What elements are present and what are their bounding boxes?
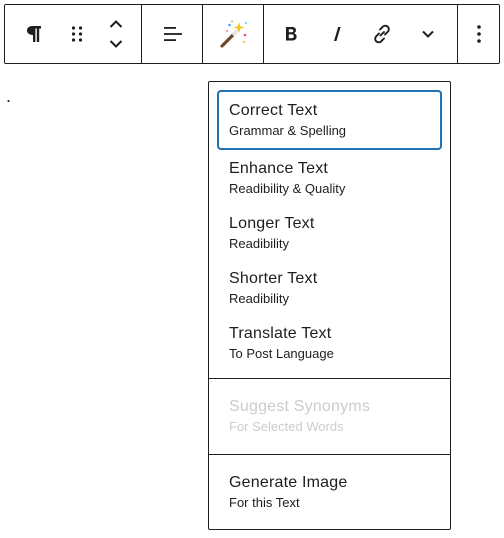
bold-icon <box>283 24 299 44</box>
link-button[interactable] <box>359 5 405 63</box>
menu-item-suggest-synonyms: Suggest Synonyms For Selected Words <box>217 387 442 445</box>
menu-item-generate-image[interactable]: Generate Image For this Text <box>217 463 442 521</box>
move-up-button[interactable] <box>108 14 124 34</box>
block-toolbar <box>4 4 500 64</box>
block-type-button[interactable] <box>5 5 63 63</box>
menu-item-subtitle: Readibility <box>229 290 289 306</box>
menu-item-title: Shorter Text <box>229 269 318 287</box>
ai-tools-menu: Correct Text Grammar & Spelling Enhance … <box>208 81 451 530</box>
vertical-ellipsis-icon <box>476 23 482 45</box>
menu-section-image: Generate Image For this Text <box>209 454 450 529</box>
chevron-up-icon <box>108 18 124 30</box>
menu-item-title: Suggest Synonyms <box>229 398 371 415</box>
ai-tools-group <box>203 5 264 63</box>
menu-item-subtitle: Grammar & Spelling <box>229 123 347 138</box>
chevron-down-icon <box>420 28 436 40</box>
link-icon <box>371 23 393 45</box>
menu-item-correct-text[interactable]: Correct Text Grammar & Spelling <box>217 90 442 150</box>
menu-item-shorter-text[interactable]: Shorter Text Readibility <box>217 260 442 315</box>
menu-item-subtitle: For Selected Words <box>229 419 344 434</box>
menu-item-title: Longer Text <box>229 214 315 232</box>
menu-item-subtitle: To Post Language <box>229 345 334 361</box>
options-group <box>458 5 499 63</box>
italic-icon <box>330 24 344 44</box>
ai-tools-button[interactable] <box>203 5 263 63</box>
menu-section-text-tools: Correct Text Grammar & Spelling Enhance … <box>209 82 450 378</box>
menu-section-synonyms: Suggest Synonyms For Selected Words <box>209 378 450 454</box>
move-down-button[interactable] <box>108 34 124 54</box>
menu-item-title: Enhance Text <box>229 159 329 177</box>
chevron-down-icon <box>108 38 124 50</box>
align-button[interactable] <box>142 5 202 63</box>
paragraph-icon <box>25 24 43 44</box>
bold-button[interactable] <box>267 5 315 63</box>
paragraph-content[interactable]: . <box>6 86 11 106</box>
menu-item-subtitle: For this Text <box>229 495 300 510</box>
italic-button[interactable] <box>315 5 359 63</box>
more-formatting-button[interactable] <box>405 5 451 63</box>
menu-item-enhance-text[interactable]: Enhance Text Readibility & Quality <box>217 150 442 205</box>
magic-wand-icon <box>217 18 249 50</box>
align-left-icon <box>161 24 183 44</box>
menu-item-longer-text[interactable]: Longer Text Readibility <box>217 205 442 260</box>
drag-handle-icon <box>70 24 84 44</box>
options-button[interactable] <box>458 5 499 63</box>
block-tools-group <box>5 5 142 63</box>
align-group <box>142 5 203 63</box>
format-group <box>264 5 458 63</box>
block-mover <box>91 5 141 63</box>
menu-item-title: Correct Text <box>229 102 318 119</box>
menu-item-subtitle: Readibility & Quality <box>229 180 346 196</box>
menu-item-subtitle: Readibility <box>229 235 289 251</box>
menu-item-title: Generate Image <box>229 474 348 491</box>
menu-item-title: Translate Text <box>229 324 332 342</box>
menu-item-translate-text[interactable]: Translate Text To Post Language <box>217 315 442 370</box>
drag-handle[interactable] <box>63 5 91 63</box>
